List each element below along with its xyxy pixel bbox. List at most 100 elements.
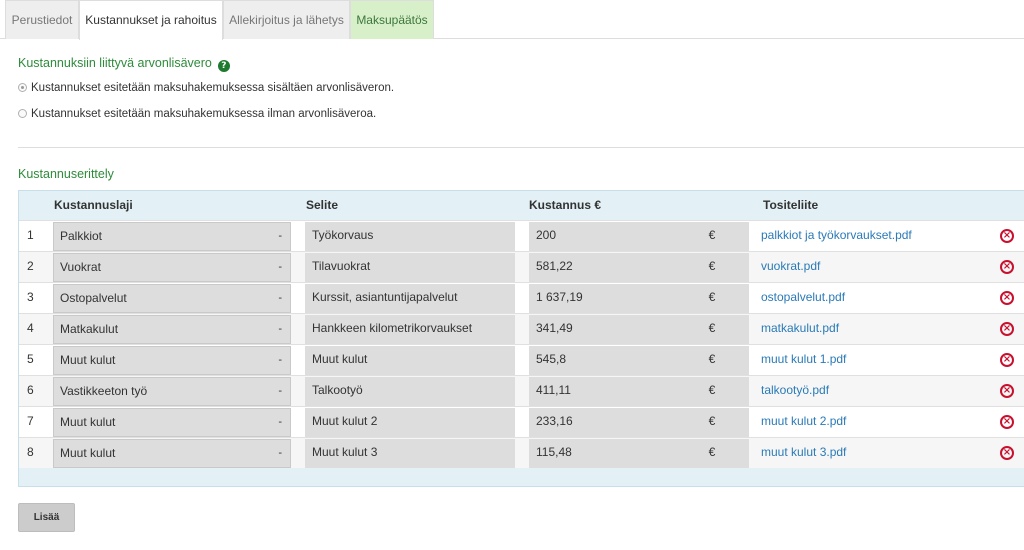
cost-field[interactable]: 233,16 [529,408,675,437]
description-field[interactable]: Tilavuokrat [305,253,515,282]
cost-breakdown-title: Kustannuserittely [18,167,114,181]
description-field[interactable]: Talkootyö [305,377,515,406]
delete-row-icon[interactable]: × [1000,291,1014,305]
table-row: 7 Muut kulut - Muut kulut 2 233,16 € muut… [19,406,1024,437]
row-number: 2 [27,259,34,273]
add-row-button[interactable]: Lisää [18,503,75,532]
attachment-link[interactable]: vuokrat.pdf [749,253,1024,282]
cost-type-select[interactable]: Matkakulut - [53,315,291,344]
delete-row-icon[interactable]: × [1000,384,1014,398]
select-caret-icon: - [278,447,282,459]
row-number: 6 [27,383,34,397]
select-caret-icon: - [278,416,282,428]
cost-type-select[interactable]: Muut kulut - [53,439,291,468]
cost-type-value: Vuokrat [60,260,101,274]
cost-field[interactable]: 1 637,19 [529,284,675,313]
delete-row-icon[interactable]: × [1000,415,1014,429]
tab-allekirjoitus-ja-lahetys[interactable]: Allekirjoitus ja lähetys [223,0,350,39]
cost-type-value: Palkkiot [60,229,103,243]
description-field[interactable]: Kurssit, asiantuntijapalvelut [305,284,515,313]
attachment-link[interactable]: muut kulut 2.pdf [749,408,1024,437]
delete-row-icon[interactable]: × [1000,229,1014,243]
radio-button-unchecked[interactable] [18,109,27,118]
vat-option-excluding[interactable]: Kustannukset esitetään maksuhakemuksessa… [18,107,376,121]
cost-field[interactable]: 581,22 [529,253,675,282]
table-row: 6 Vastikkeeton työ - Talkootyö 411,11 € t… [19,375,1024,406]
cost-type-select[interactable]: Vuokrat - [53,253,291,282]
currency-label: € [675,253,749,282]
select-caret-icon: - [278,230,282,242]
tab-perustiedot[interactable]: Perustiedot [5,0,79,39]
select-caret-icon: - [278,385,282,397]
row-number: 3 [27,290,34,304]
section-divider [18,147,1024,148]
tab-kustannukset-ja-rahoitus[interactable]: Kustannukset ja rahoitus [79,0,223,40]
radio-button-checked[interactable] [18,83,27,92]
row-number: 8 [27,445,34,459]
vat-option-excluding-label: Kustannukset esitetään maksuhakemuksessa… [31,108,377,120]
select-caret-icon: - [278,354,282,366]
row-number: 7 [27,414,34,428]
cost-field[interactable]: 411,11 [529,377,675,406]
table-row: 1 Palkkiot - Työkorvaus 200 € palkkiot ja… [19,220,1024,251]
cost-type-select[interactable]: Palkkiot - [53,222,291,251]
attachment-link[interactable]: palkkiot ja työkorvaukset.pdf [749,222,1024,251]
currency-label: € [675,284,749,313]
cost-type-value: Vastikkeeton työ [60,384,148,398]
description-field[interactable]: Muut kulut 3 [305,439,515,468]
cost-type-select[interactable]: Ostopalvelut - [53,284,291,313]
column-header-cost: Kustannus € [529,198,602,212]
attachment-link[interactable]: muut kulut 1.pdf [749,346,1024,375]
column-header-type: Kustannuslaji [54,198,133,212]
currency-label: € [675,222,749,251]
select-caret-icon: - [278,261,282,273]
description-field[interactable]: Muut kulut 2 [305,408,515,437]
vat-option-including-label: Kustannukset esitetään maksuhakemuksessa… [31,82,395,94]
table-row: 8 Muut kulut - Muut kulut 3 115,48 € muut… [19,437,1024,468]
column-header-description: Selite [306,198,339,212]
cost-type-value: Matkakulut [60,322,119,336]
description-field[interactable]: Työkorvaus [305,222,515,251]
row-number: 4 [27,321,34,335]
cost-type-value: Muut kulut [60,415,116,429]
delete-row-icon[interactable]: × [1000,446,1014,460]
cost-type-value: Muut kulut [60,353,116,367]
delete-row-icon[interactable]: × [1000,260,1014,274]
table-row: 3 Ostopalvelut - Kurssit, asiantuntijapal… [19,282,1024,313]
table-row: 4 Matkakulut - Hankkeen kilometrikorvauks… [19,313,1024,344]
attachment-link[interactable]: ostopalvelut.pdf [749,284,1024,313]
cost-type-select[interactable]: Muut kulut - [53,346,291,375]
column-header-attachment: Tositeliite [763,198,819,212]
vat-section-title: Kustannuksiin liittyvä arvonlisävero? [18,56,230,72]
tab-maksupaatos[interactable]: Maksupäätös [350,0,434,39]
help-icon[interactable]: ? [217,60,230,72]
currency-label: € [675,439,749,468]
cost-type-select[interactable]: Vastikkeeton työ - [53,377,291,406]
cost-field[interactable]: 341,49 [529,315,675,344]
description-field[interactable]: Muut kulut [305,346,515,375]
delete-row-icon[interactable]: × [1000,353,1014,367]
row-number: 1 [27,228,34,242]
vat-option-including[interactable]: Kustannukset esitetään maksuhakemuksessa… [18,81,394,95]
currency-label: € [675,346,749,375]
tab-bar: Perustiedot Kustannukset ja rahoitus All… [0,0,1024,40]
currency-label: € [675,315,749,344]
attachment-link[interactable]: talkootyö.pdf [749,377,1024,406]
select-caret-icon: - [278,323,282,335]
attachment-link[interactable]: matkakulut.pdf [749,315,1024,344]
cost-field[interactable]: 115,48 [529,439,675,468]
delete-row-icon[interactable]: × [1000,322,1014,336]
cost-field[interactable]: 200 [529,222,675,251]
currency-label: € [675,377,749,406]
attachment-link[interactable]: muut kulut 3.pdf [749,439,1024,468]
row-number: 5 [27,352,34,366]
cost-type-select[interactable]: Muut kulut - [53,408,291,437]
table-row: 5 Muut kulut - Muut kulut 545,8 € muut ku… [19,344,1024,375]
cost-field[interactable]: 545,8 [529,346,675,375]
cost-type-value: Ostopalvelut [60,291,127,305]
cost-type-value: Muut kulut [60,446,116,460]
cost-breakdown-table: Kustannuslaji Selite Kustannus € Tositel… [18,190,1024,487]
currency-label: € [675,408,749,437]
table-row: 2 Vuokrat - Tilavuokrat 581,22 € vuokrat.… [19,251,1024,282]
description-field[interactable]: Hankkeen kilometrikorvaukset [305,315,515,344]
